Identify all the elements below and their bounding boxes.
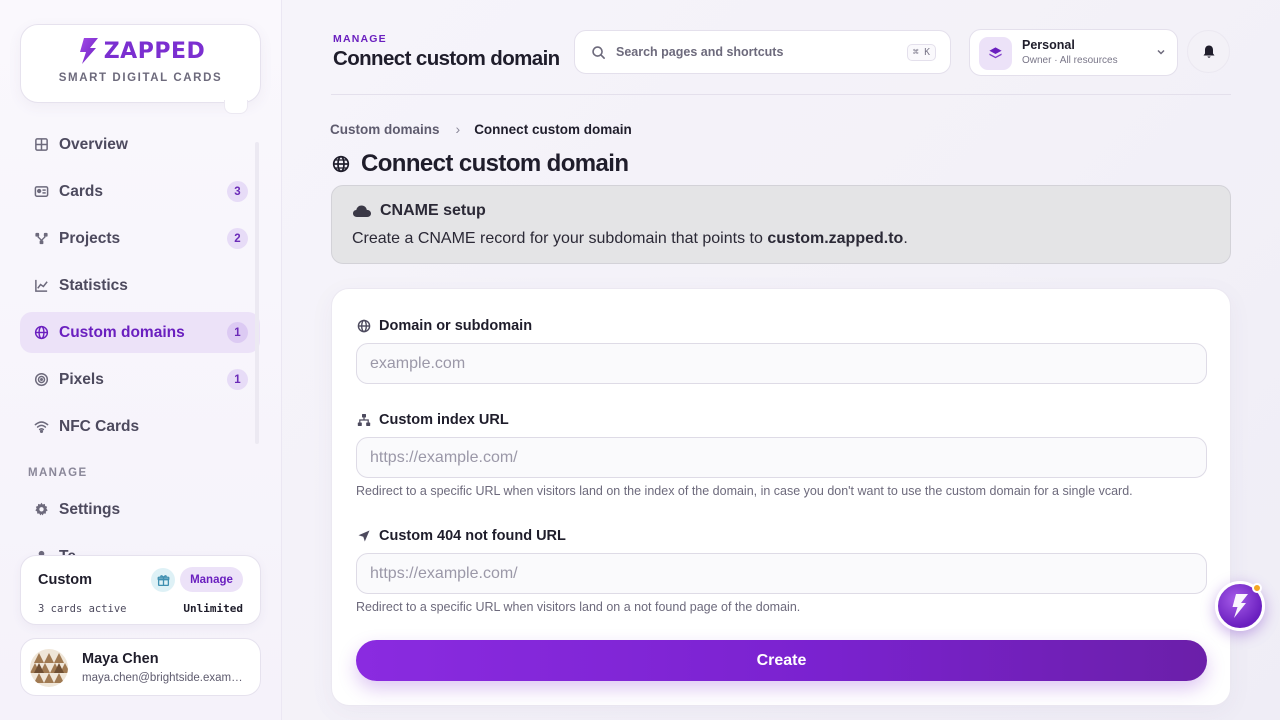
cname-target: custom.zapped.to	[767, 230, 904, 247]
chevron-down-icon	[1157, 49, 1165, 55]
sitemap-icon	[357, 413, 371, 427]
sidebar-item-projects[interactable]: Projects 2	[20, 218, 260, 259]
bell-icon	[1203, 45, 1214, 58]
sidebar-item-label: Cards	[59, 182, 103, 200]
count-badge: 3	[227, 181, 248, 202]
workspace-role: Owner · All resources	[1022, 55, 1118, 66]
workspace-switcher[interactable]: Personal Owner · All resources	[969, 29, 1178, 76]
avatar	[30, 649, 68, 687]
sidebar-item-custom-domains[interactable]: Custom domains 1	[20, 312, 260, 353]
create-button[interactable]: Create	[356, 640, 1207, 681]
lightning-bolt-icon	[79, 38, 98, 64]
sidebar-item-label: Pixels	[59, 370, 104, 388]
workspace-name: Personal	[1022, 38, 1075, 52]
domain-field-label: Domain or subdomain	[357, 318, 532, 334]
user-card[interactable]: Maya Chen maya.chen@brightside.example.c…	[20, 638, 261, 696]
sidebar-item-nfc-cards[interactable]: NFC Cards	[20, 406, 260, 447]
sidebar-item-settings[interactable]: Settings	[20, 489, 260, 530]
user-name: Maya Chen	[82, 651, 159, 667]
chevron-right-icon: ›	[455, 121, 461, 137]
sidebar-item-cards[interactable]: Cards 3	[20, 171, 260, 212]
lightning-bolt-icon	[1232, 594, 1248, 618]
brand-card[interactable]: ZAPPED SMART DIGITAL CARDS	[20, 24, 261, 103]
location-arrow-icon	[357, 529, 371, 543]
count-badge: 1	[227, 322, 248, 343]
index-url-input[interactable]	[356, 437, 1207, 478]
notfound-url-input[interactable]	[356, 553, 1207, 594]
notfound-url-label-text: Custom 404 not found URL	[379, 528, 566, 544]
sidebar: ZAPPED SMART DIGITAL CARDS Overview Card…	[0, 0, 282, 720]
layers-icon	[979, 37, 1012, 70]
gift-icon[interactable]	[151, 568, 175, 592]
connect-domain-form: Domain or subdomain Custom index URL Red…	[331, 288, 1231, 706]
alert-body-text: Create a CNAME record for your subdomain…	[352, 230, 768, 247]
sidebar-section-manage: MANAGE	[28, 467, 88, 479]
gear-icon	[32, 501, 50, 519]
notification-dot	[1252, 583, 1262, 593]
manage-plan-button[interactable]: Manage	[180, 567, 243, 592]
sidebar-item-pixels[interactable]: Pixels 1	[20, 359, 260, 400]
sidebar-item-label: Custom domains	[59, 323, 185, 341]
brand-name: ZAPPED	[103, 38, 206, 64]
sidebar-nav: Overview Cards 3 Projects 2 Statistics C…	[20, 124, 260, 583]
index-url-help-text: Redirect to a specific URL when visitors…	[356, 484, 1133, 498]
cloud-icon	[353, 205, 371, 217]
count-badge: 1	[227, 369, 248, 390]
domain-input[interactable]	[356, 343, 1207, 384]
plan-limit: Unlimited	[183, 602, 243, 615]
breadcrumb: Custom domains › Connect custom domain	[330, 121, 632, 137]
grid-icon	[32, 136, 50, 154]
wifi-icon	[32, 418, 50, 436]
domain-label-text: Domain or subdomain	[379, 318, 533, 334]
cname-info-alert: CNAME setup Create a CNAME record for yo…	[331, 185, 1231, 264]
page-title: Connect custom domain	[332, 150, 629, 178]
search-icon	[591, 45, 606, 60]
notfound-url-help-text: Redirect to a specific URL when visitors…	[356, 600, 801, 614]
brand-logo: ZAPPED	[21, 36, 260, 66]
user-email: maya.chen@brightside.example.com	[82, 672, 247, 684]
plan-name: Custom	[38, 572, 92, 588]
sidebar-item-statistics[interactable]: Statistics	[20, 265, 260, 306]
search-bar[interactable]: Search pages and shortcuts ⌘ K	[574, 30, 951, 74]
alert-title: CNAME setup	[380, 202, 486, 219]
plan-active-cards: 3 cards active	[38, 603, 127, 615]
header-divider	[331, 94, 1231, 95]
breadcrumb-parent-link[interactable]: Custom domains	[330, 122, 440, 137]
brand-tagline: SMART DIGITAL CARDS	[58, 72, 223, 84]
plan-card: Custom Manage 3 cards active Unlimited	[20, 555, 261, 625]
header-title: Connect custom domain	[333, 47, 560, 70]
sidebar-item-label: Settings	[59, 500, 121, 518]
globe-icon	[32, 324, 50, 342]
index-url-field-label: Custom index URL	[357, 412, 509, 428]
chart-line-icon	[32, 277, 50, 295]
globe-icon	[357, 319, 371, 333]
sidebar-scrollbar[interactable]	[255, 142, 259, 444]
search-placeholder[interactable]: Search pages and shortcuts	[616, 45, 907, 59]
alert-header: CNAME setup	[352, 202, 486, 220]
sidebar-item-label: Statistics	[59, 276, 128, 294]
sidebar-item-label: NFC Cards	[59, 417, 140, 435]
id-card-icon	[32, 183, 50, 201]
breadcrumb-current: Connect custom domain	[474, 121, 632, 137]
sidebar-item-label: Projects	[59, 229, 121, 247]
search-shortcut: ⌘ K	[906, 43, 936, 61]
count-badge: 2	[227, 228, 248, 249]
header-kicker: MANAGE	[333, 33, 387, 45]
notfound-url-field-label: Custom 404 not found URL	[357, 528, 566, 544]
alert-body-suffix: .	[903, 230, 908, 247]
project-nodes-icon	[32, 230, 50, 248]
index-url-label-text: Custom index URL	[379, 412, 509, 428]
notifications-button[interactable]	[1187, 30, 1230, 73]
target-icon	[32, 371, 50, 389]
sidebar-item-overview[interactable]: Overview	[20, 124, 260, 165]
globe-icon	[332, 155, 350, 173]
page-title-text: Connect custom domain	[361, 150, 629, 177]
sidebar-item-label: Overview	[59, 135, 128, 153]
alert-body: Create a CNAME record for your subdomain…	[352, 230, 908, 248]
brand-card-tab	[224, 100, 248, 114]
